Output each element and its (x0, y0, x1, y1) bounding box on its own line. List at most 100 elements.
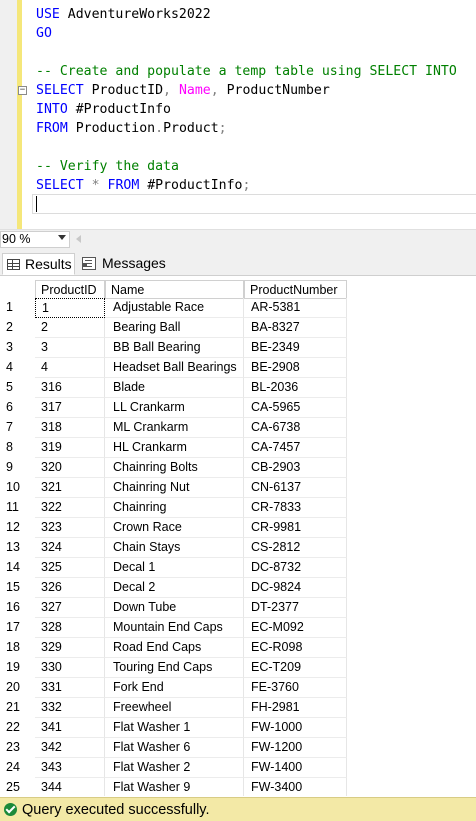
cell-name[interactable]: Mountain End Caps (105, 618, 244, 638)
cell-productnumber[interactable]: DC-8732 (244, 558, 347, 578)
cell-productnumber[interactable]: CB-2903 (244, 458, 347, 478)
column-header-name[interactable]: Name (105, 280, 244, 299)
cell-name[interactable]: Touring End Caps (105, 658, 244, 678)
cell-productid[interactable]: 326 (35, 578, 105, 598)
tab-messages[interactable]: Messages (78, 253, 169, 275)
cell-name[interactable]: Flat Washer 1 (105, 718, 244, 738)
cell-productid[interactable]: 343 (35, 758, 105, 778)
cell-productid[interactable]: 328 (35, 618, 105, 638)
cell-productid[interactable]: 321 (35, 478, 105, 498)
cell-productid[interactable]: 1 (35, 298, 105, 318)
cell-productnumber[interactable]: BA-8327 (244, 318, 347, 338)
cell-name[interactable]: Chain Stays (105, 538, 244, 558)
cell-productid[interactable]: 319 (35, 438, 105, 458)
table-row[interactable]: 4 4 Headset Ball Bearings BE-2908 (0, 358, 476, 378)
cell-name[interactable]: ML Crankarm (105, 418, 244, 438)
cell-productid[interactable]: 318 (35, 418, 105, 438)
cell-productid[interactable]: 322 (35, 498, 105, 518)
table-row[interactable]: 19 330 Touring End Caps EC-T209 (0, 658, 476, 678)
table-row[interactable]: 12 323 Crown Race CR-9981 (0, 518, 476, 538)
cell-name[interactable]: Adjustable Race (105, 298, 244, 318)
cell-productnumber[interactable]: EC-T209 (244, 658, 347, 678)
cell-productid[interactable]: 344 (35, 778, 105, 796)
cell-productnumber[interactable]: CS-2812 (244, 538, 347, 558)
cell-productnumber[interactable]: BL-2036 (244, 378, 347, 398)
scroll-left-arrow-icon[interactable] (76, 235, 81, 243)
results-grid[interactable]: ProductID Name ProductNumber 1 1 Adjustabl… (0, 276, 476, 796)
table-row[interactable]: 22 341 Flat Washer 1 FW-1000 (0, 718, 476, 738)
table-row[interactable]: 14 325 Decal 1 DC-8732 (0, 558, 476, 578)
cell-productid[interactable]: 316 (35, 378, 105, 398)
cell-productnumber[interactable]: FW-3400 (244, 778, 347, 796)
cell-productid[interactable]: 330 (35, 658, 105, 678)
cell-productnumber[interactable]: EC-M092 (244, 618, 347, 638)
cell-productnumber[interactable]: DT-2377 (244, 598, 347, 618)
cell-productnumber[interactable]: CA-7457 (244, 438, 347, 458)
chevron-down-icon[interactable] (58, 235, 66, 240)
cell-productid[interactable]: 329 (35, 638, 105, 658)
cell-name[interactable]: BB Ball Bearing (105, 338, 244, 358)
cell-name[interactable]: Headset Ball Bearings (105, 358, 244, 378)
cell-productnumber[interactable]: FE-3760 (244, 678, 347, 698)
query-editor[interactable]: USE AdventureWorks2022 GO -- Create and po… (0, 0, 476, 229)
cell-productnumber[interactable]: CA-6738 (244, 418, 347, 438)
cell-productid[interactable]: 325 (35, 558, 105, 578)
cell-productid[interactable]: 320 (35, 458, 105, 478)
cell-productid[interactable]: 327 (35, 598, 105, 618)
table-row[interactable]: 20 331 Fork End FE-3760 (0, 678, 476, 698)
cell-name[interactable]: Down Tube (105, 598, 244, 618)
cell-productid[interactable]: 3 (35, 338, 105, 358)
cell-name[interactable]: Chainring (105, 498, 244, 518)
table-row[interactable]: 2 2 Bearing Ball BA-8327 (0, 318, 476, 338)
cell-productnumber[interactable]: FW-1200 (244, 738, 347, 758)
table-row[interactable]: 25 344 Flat Washer 9 FW-3400 (0, 778, 476, 796)
table-row[interactable]: 13 324 Chain Stays CS-2812 (0, 538, 476, 558)
column-header-productid[interactable]: ProductID (35, 280, 105, 299)
collapse-icon[interactable]: − (18, 86, 27, 95)
tab-results[interactable]: Results (2, 253, 75, 275)
table-row[interactable]: 23 342 Flat Washer 6 FW-1200 (0, 738, 476, 758)
table-row[interactable]: 21 332 Freewheel FH-2981 (0, 698, 476, 718)
table-row[interactable]: 17 328 Mountain End Caps EC-M092 (0, 618, 476, 638)
cell-productnumber[interactable]: FH-2981 (244, 698, 347, 718)
cell-productid[interactable]: 323 (35, 518, 105, 538)
table-row[interactable]: 15 326 Decal 2 DC-9824 (0, 578, 476, 598)
cell-productnumber[interactable]: CR-7833 (244, 498, 347, 518)
table-row[interactable]: 8 319 HL Crankarm CA-7457 (0, 438, 476, 458)
table-row[interactable]: 6 317 LL Crankarm CA-5965 (0, 398, 476, 418)
cell-productnumber[interactable]: BE-2349 (244, 338, 347, 358)
cell-name[interactable]: Freewheel (105, 698, 244, 718)
cell-productnumber[interactable]: EC-R098 (244, 638, 347, 658)
cell-name[interactable]: HL Crankarm (105, 438, 244, 458)
column-header-productnumber[interactable]: ProductNumber (244, 280, 347, 299)
cell-name[interactable]: Decal 1 (105, 558, 244, 578)
cell-name[interactable]: Chainring Nut (105, 478, 244, 498)
cell-productnumber[interactable]: CN-6137 (244, 478, 347, 498)
cell-productnumber[interactable]: CA-5965 (244, 398, 347, 418)
cell-productid[interactable]: 342 (35, 738, 105, 758)
cell-productid[interactable]: 4 (35, 358, 105, 378)
cell-productnumber[interactable]: DC-9824 (244, 578, 347, 598)
table-row[interactable]: 1 1 Adjustable Race AR-5381 (0, 298, 476, 318)
cell-name[interactable]: Bearing Ball (105, 318, 244, 338)
cell-name[interactable]: Flat Washer 9 (105, 778, 244, 796)
table-row[interactable]: 10 321 Chainring Nut CN-6137 (0, 478, 476, 498)
table-row[interactable]: 24 343 Flat Washer 2 FW-1400 (0, 758, 476, 778)
cell-productnumber[interactable]: AR-5381 (244, 298, 347, 318)
table-row[interactable]: 18 329 Road End Caps EC-R098 (0, 638, 476, 658)
cell-productnumber[interactable]: FW-1000 (244, 718, 347, 738)
table-row[interactable]: 3 3 BB Ball Bearing BE-2349 (0, 338, 476, 358)
table-row[interactable]: 7 318 ML Crankarm CA-6738 (0, 418, 476, 438)
cell-name[interactable]: Flat Washer 6 (105, 738, 244, 758)
cell-name[interactable]: Crown Race (105, 518, 244, 538)
cell-name[interactable]: Chainring Bolts (105, 458, 244, 478)
cell-productid[interactable]: 2 (35, 318, 105, 338)
table-row[interactable]: 9 320 Chainring Bolts CB-2903 (0, 458, 476, 478)
table-row[interactable]: 11 322 Chainring CR-7833 (0, 498, 476, 518)
cell-name[interactable]: LL Crankarm (105, 398, 244, 418)
cell-productnumber[interactable]: FW-1400 (244, 758, 347, 778)
cell-productnumber[interactable]: CR-9981 (244, 518, 347, 538)
cell-productnumber[interactable]: BE-2908 (244, 358, 347, 378)
cell-name[interactable]: Decal 2 (105, 578, 244, 598)
cell-name[interactable]: Flat Washer 2 (105, 758, 244, 778)
